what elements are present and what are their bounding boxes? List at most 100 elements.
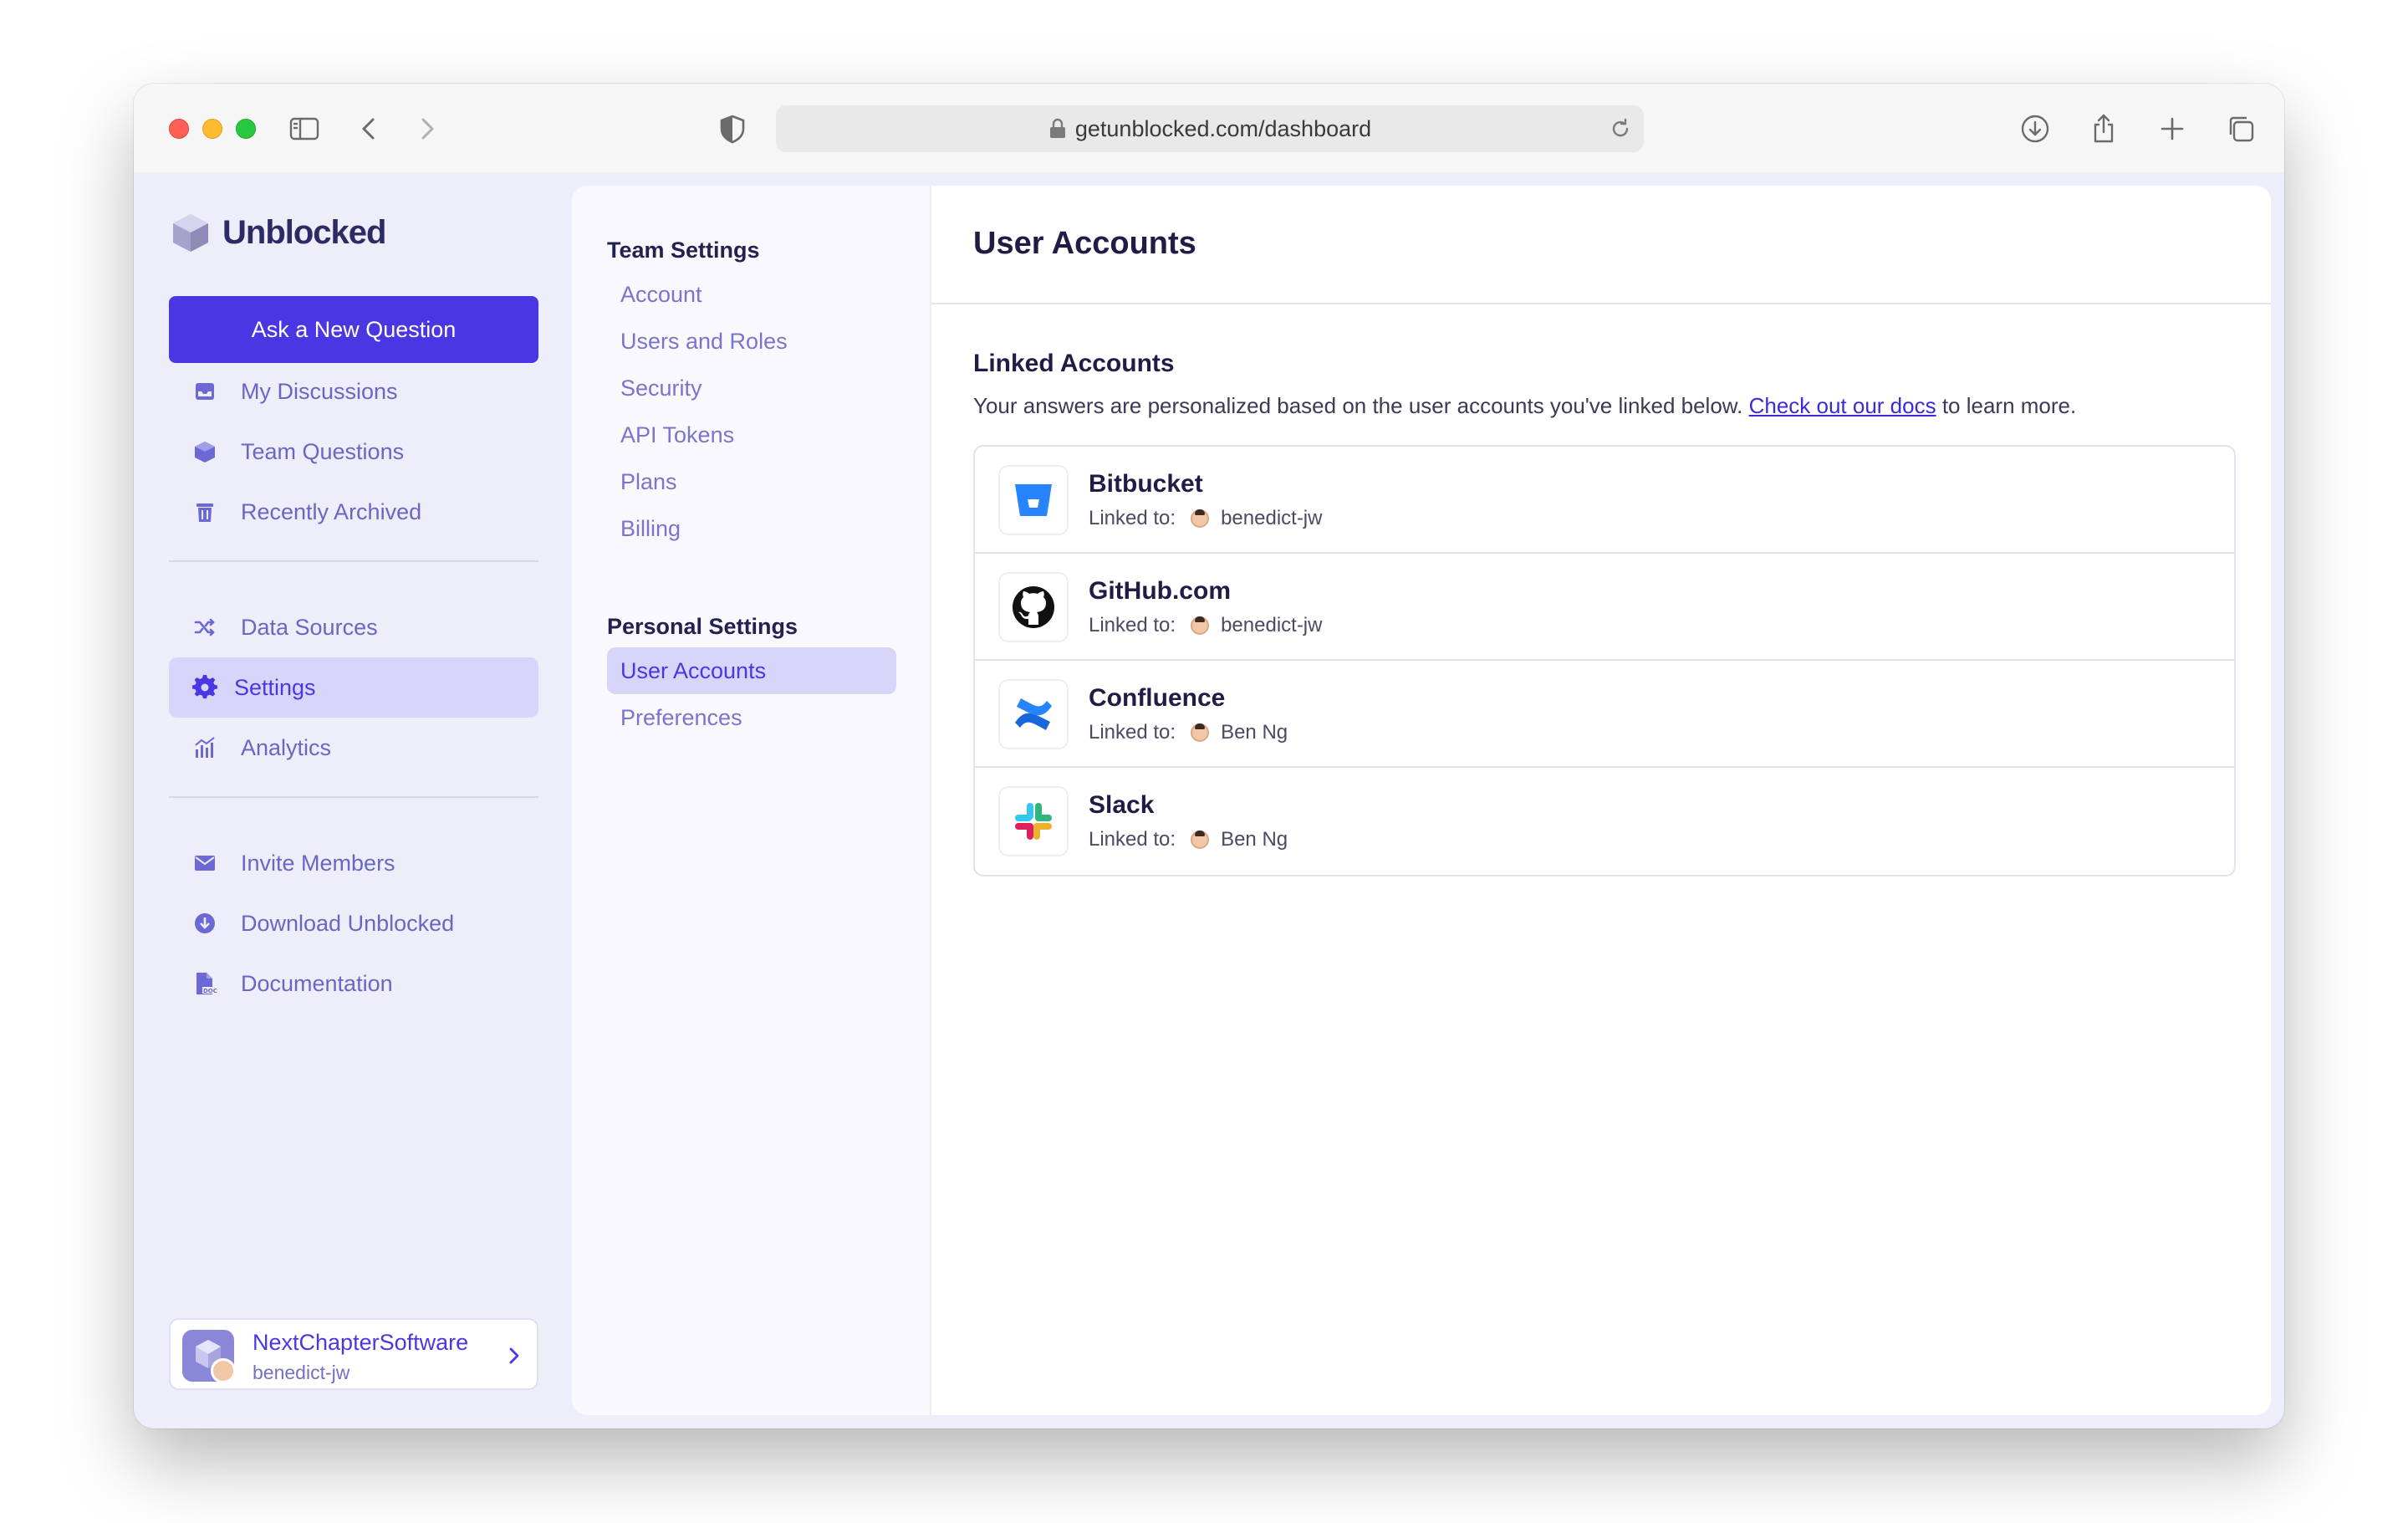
trash-icon: [196, 503, 213, 522]
sidebar-item-label: Team Questions: [241, 438, 405, 464]
github-icon: [998, 572, 1069, 642]
back-icon[interactable]: [353, 112, 386, 146]
sidebar-item-my-discussions[interactable]: My Discussions: [169, 361, 538, 422]
sidebar-item-label: Data Sources: [241, 614, 378, 640]
brand[interactable]: Unblocked: [169, 211, 386, 254]
analytics-icon: [195, 737, 215, 758]
linked-user: Ben Ng: [1221, 828, 1288, 851]
sidebar-item-invite-members[interactable]: Invite Members: [169, 833, 538, 893]
settings-item-preferences[interactable]: Preferences: [607, 694, 896, 741]
sidebar-item-analytics[interactable]: Analytics: [169, 718, 538, 778]
account-name: Bitbucket: [1089, 470, 1203, 498]
account-linked: Linked to: Ben Ng: [1089, 721, 1288, 744]
inbox-icon: [196, 383, 214, 400]
maximize-window-button[interactable]: [236, 119, 256, 139]
address-bar[interactable]: getunblocked.com/dashboard: [776, 105, 1644, 152]
settings-item-billing[interactable]: Billing: [607, 505, 896, 552]
sidebar-item-label: Recently Archived: [241, 498, 422, 524]
linked-user: benedict-jw: [1221, 614, 1323, 636]
close-window-button[interactable]: [169, 119, 189, 139]
tab-overview-icon[interactable]: [2224, 112, 2258, 146]
gear-icon: [192, 675, 217, 699]
cube-icon: [195, 442, 215, 463]
header-divider: [931, 303, 2271, 304]
account-linked: Linked to: benedict-jw: [1089, 614, 1322, 637]
main-content: User Accounts Linked Accounts Your answe…: [930, 186, 2271, 1415]
shield-icon[interactable]: [716, 112, 749, 146]
user-avatar: [211, 1358, 234, 1382]
sidebar-item-documentation[interactable]: DOC Documentation: [169, 953, 538, 1014]
account-row-github[interactable]: GitHub.com Linked to: benedict-jw: [975, 554, 2234, 661]
confluence-icon: [998, 679, 1069, 749]
settings-item-account[interactable]: Account: [607, 271, 896, 318]
page-title: User Accounts: [973, 226, 1196, 261]
sidebar-item-settings[interactable]: Settings: [169, 657, 538, 718]
url-text: getunblocked.com/dashboard: [1074, 115, 1372, 141]
account-name: Confluence: [1089, 684, 1226, 712]
settings-item-api-tokens[interactable]: API Tokens: [607, 411, 896, 458]
slack-icon: [998, 786, 1069, 856]
sidebar-divider: [169, 796, 538, 798]
description-text-end: to learn more.: [1936, 393, 2077, 418]
brand-name: Unblocked: [222, 213, 386, 251]
account-name: Slack: [1089, 791, 1155, 819]
share-icon[interactable]: [2087, 112, 2120, 146]
org-avatar: [182, 1330, 234, 1382]
unblocked-logo-icon: [173, 214, 208, 252]
reload-icon[interactable]: [1609, 117, 1632, 141]
chevron-right-icon: [509, 1347, 519, 1364]
sidebar-item-label: Documentation: [241, 970, 393, 996]
org-name: NextChapterSoftware: [253, 1330, 469, 1355]
bitbucket-icon: [998, 465, 1069, 535]
sidebar-item-data-sources[interactable]: Data Sources: [169, 597, 538, 657]
docs-link[interactable]: Check out our docs: [1749, 393, 1936, 418]
browser-toolbar: getunblocked.com/dashboard: [134, 84, 2284, 172]
user-avatar: [1191, 830, 1210, 849]
linked-label: Linked to:: [1089, 721, 1176, 744]
minimize-window-button[interactable]: [202, 119, 222, 139]
account-linked: Linked to: benedict-jw: [1089, 507, 1322, 530]
ask-new-question-button[interactable]: Ask a New Question: [169, 296, 538, 363]
settings-item-users-and-roles[interactable]: Users and Roles: [607, 318, 896, 365]
sidebar-item-label: Analytics: [241, 734, 332, 760]
sidebar-divider: [169, 560, 538, 562]
user-avatar: [1191, 509, 1210, 528]
new-tab-icon[interactable]: [2155, 112, 2189, 146]
sidebar-item-download-unblocked[interactable]: Download Unblocked: [169, 893, 538, 953]
settings-item-plans[interactable]: Plans: [607, 458, 896, 505]
settings-nav: Team Settings Account Users and Roles Se…: [572, 186, 930, 1415]
browser-window: getunblocked.com/dashboard Unblocked Ask…: [134, 84, 2284, 1428]
app-sidebar: Unblocked Ask a New Question My Discussi…: [134, 172, 572, 1428]
settings-item-security[interactable]: Security: [607, 365, 896, 411]
user-avatar: [1191, 723, 1210, 742]
account-row-bitbucket[interactable]: Bitbucket Linked to: benedict-jw: [975, 447, 2234, 554]
account-row-slack[interactable]: Slack Linked to: Ben Ng: [975, 768, 2234, 875]
doc-icon: DOC: [196, 973, 217, 994]
account-row-confluence[interactable]: Confluence Linked to: Ben Ng: [975, 661, 2234, 768]
sidebar-item-recently-archived[interactable]: Recently Archived: [169, 482, 538, 542]
linked-label: Linked to:: [1089, 828, 1176, 851]
account-name: GitHub.com: [1089, 577, 1231, 605]
shuffle-icon: [194, 618, 215, 636]
linked-label: Linked to:: [1089, 614, 1176, 636]
description-text: Your answers are personalized based on t…: [973, 393, 1749, 418]
sidebar-toggle-icon[interactable]: [288, 112, 321, 146]
linked-label: Linked to:: [1089, 507, 1176, 529]
sidebar-item-label: My Discussions: [241, 378, 398, 404]
forward-icon[interactable]: [410, 112, 443, 146]
settings-item-user-accounts[interactable]: User Accounts: [607, 647, 896, 694]
personal-settings-header: Personal Settings: [607, 614, 798, 639]
linked-user: benedict-jw: [1221, 507, 1323, 529]
downloads-icon[interactable]: [2018, 112, 2052, 146]
section-description: Your answers are personalized based on t…: [973, 393, 2076, 419]
download-icon: [195, 913, 215, 933]
sidebar-item-team-questions[interactable]: Team Questions: [169, 422, 538, 482]
svg-text:DOC: DOC: [203, 988, 217, 994]
linked-user: Ben Ng: [1221, 721, 1288, 744]
lock-icon: [1049, 118, 1065, 138]
section-title: Linked Accounts: [973, 350, 1175, 377]
sidebar-item-label: Settings: [234, 674, 316, 700]
sidebar-item-label: Download Unblocked: [241, 910, 455, 936]
org-switcher[interactable]: NextChapterSoftware benedict-jw: [169, 1318, 538, 1390]
envelope-icon: [195, 856, 215, 871]
